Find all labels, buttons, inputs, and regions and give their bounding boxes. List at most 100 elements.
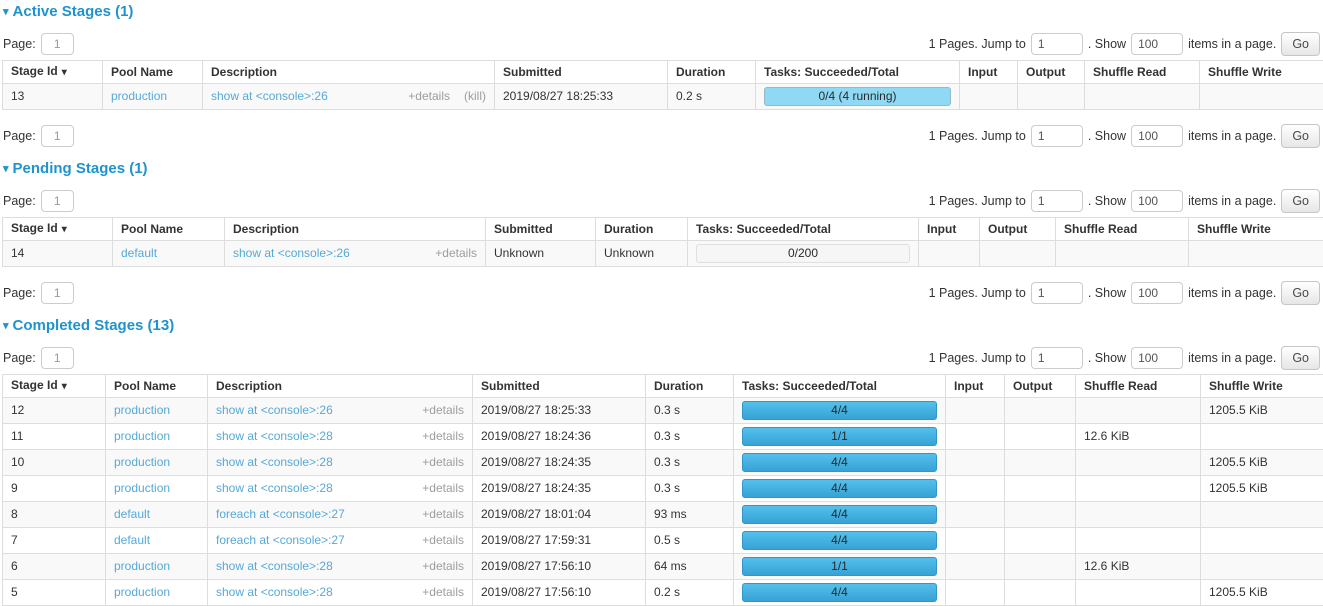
description-link[interactable]: show at <console>:28 (216, 559, 333, 574)
active-stages-heading[interactable]: ▾Active Stages (1) (3, 4, 1320, 21)
jump-to-page-input[interactable] (1031, 190, 1083, 212)
show-items-input[interactable] (1131, 125, 1183, 147)
input-cell (946, 580, 1005, 606)
column-header-output[interactable]: Output (1018, 61, 1085, 84)
details-toggle[interactable]: +details (422, 507, 464, 522)
description-link[interactable]: show at <console>:28 (216, 481, 333, 496)
input-cell (960, 84, 1018, 110)
go-button[interactable]: Go (1281, 189, 1320, 213)
description-link[interactable]: show at <console>:26 (233, 246, 350, 261)
column-header-submitted[interactable]: Submitted (495, 61, 668, 84)
column-header-pool-name[interactable]: Pool Name (113, 218, 225, 241)
description-cell: foreach at <console>:27 +details (208, 502, 473, 528)
details-toggle[interactable]: +details (422, 429, 464, 444)
show-items-input[interactable] (1131, 190, 1183, 212)
details-toggle[interactable]: +details (422, 455, 464, 470)
page-number-input[interactable] (41, 33, 74, 55)
pool-name-link[interactable]: default (121, 246, 157, 260)
column-header-description[interactable]: Description (203, 61, 495, 84)
column-header-tasks-succeeded-total[interactable]: Tasks: Succeeded/Total (688, 218, 919, 241)
details-toggle[interactable]: +details (408, 89, 450, 104)
completed-stages-table: Stage Id▾Pool NameDescriptionSubmittedDu… (2, 374, 1323, 606)
column-header-duration[interactable]: Duration (668, 61, 756, 84)
column-header-shuffle-write[interactable]: Shuffle Write (1200, 61, 1323, 84)
jump-to-page-input[interactable] (1031, 347, 1083, 369)
column-header-shuffle-read[interactable]: Shuffle Read (1085, 61, 1200, 84)
page-number-input[interactable] (41, 190, 74, 212)
pool-name-link[interactable]: production (114, 585, 170, 599)
column-header-description[interactable]: Description (208, 375, 473, 398)
pool-name-link[interactable]: production (111, 89, 167, 103)
column-header-stage-id[interactable]: Stage Id▾ (3, 218, 113, 241)
details-toggle[interactable]: +details (422, 403, 464, 418)
description-link[interactable]: show at <console>:28 (216, 585, 333, 600)
show-items-input[interactable] (1131, 347, 1183, 369)
shuffle-read-cell: 12.6 KiB (1076, 554, 1201, 580)
pool-name-link[interactable]: default (114, 507, 150, 521)
jump-to-page-input[interactable] (1031, 125, 1083, 147)
column-header-description[interactable]: Description (225, 218, 486, 241)
column-header-input[interactable]: Input (946, 375, 1005, 398)
description-link[interactable]: foreach at <console>:27 (216, 507, 345, 522)
column-header-input[interactable]: Input (960, 61, 1018, 84)
column-header-shuffle-read[interactable]: Shuffle Read (1076, 375, 1201, 398)
go-button[interactable]: Go (1281, 32, 1320, 56)
column-header-pool-name[interactable]: Pool Name (103, 61, 203, 84)
details-toggle[interactable]: +details (422, 559, 464, 574)
description-link[interactable]: foreach at <console>:27 (216, 533, 345, 548)
input-cell (946, 398, 1005, 424)
duration-cell: 0.3 s (646, 424, 734, 450)
pagination-bar: Page:1 Pages. Jump to. Showitems in a pa… (3, 346, 1320, 370)
column-header-tasks-succeeded-total[interactable]: Tasks: Succeeded/Total (734, 375, 946, 398)
column-header-duration[interactable]: Duration (596, 218, 688, 241)
column-header-tasks-succeeded-total[interactable]: Tasks: Succeeded/Total (756, 61, 960, 84)
go-button[interactable]: Go (1281, 281, 1320, 305)
details-toggle[interactable]: +details (435, 246, 477, 261)
submitted-cell: Unknown (486, 241, 596, 267)
details-toggle[interactable]: +details (422, 585, 464, 600)
pool-name-link[interactable]: production (114, 403, 170, 417)
description-link[interactable]: show at <console>:28 (216, 429, 333, 444)
jump-to-page-input[interactable] (1031, 33, 1083, 55)
details-toggle[interactable]: +details (422, 481, 464, 496)
details-toggle[interactable]: +details (422, 533, 464, 548)
column-header-duration[interactable]: Duration (646, 375, 734, 398)
show-items-input[interactable] (1131, 282, 1183, 304)
duration-cell: 0.3 s (646, 476, 734, 502)
submitted-cell: 2019/08/27 18:01:04 (473, 502, 646, 528)
page-number-input[interactable] (41, 125, 74, 147)
completed-stages-heading[interactable]: ▾Completed Stages (13) (3, 318, 1320, 335)
column-header-output[interactable]: Output (980, 218, 1056, 241)
page-number-input[interactable] (41, 347, 74, 369)
description-link[interactable]: show at <console>:28 (216, 455, 333, 470)
tasks-progress-bar: 0/200 (696, 244, 910, 263)
column-header-output[interactable]: Output (1005, 375, 1076, 398)
column-header-shuffle-read[interactable]: Shuffle Read (1056, 218, 1189, 241)
description-link[interactable]: show at <console>:26 (216, 403, 333, 418)
pool-name-link[interactable]: production (114, 455, 170, 469)
column-header-submitted[interactable]: Submitted (473, 375, 646, 398)
pool-name-link[interactable]: production (114, 481, 170, 495)
pool-name-link[interactable]: default (114, 533, 150, 547)
go-button[interactable]: Go (1281, 346, 1320, 370)
column-header-shuffle-write[interactable]: Shuffle Write (1189, 218, 1323, 241)
column-header-pool-name[interactable]: Pool Name (106, 375, 208, 398)
column-header-stage-id[interactable]: Stage Id▾ (3, 61, 103, 84)
pending-stages-heading[interactable]: ▾Pending Stages (1) (3, 161, 1320, 178)
show-label: . Show (1088, 37, 1126, 51)
column-header-input[interactable]: Input (919, 218, 980, 241)
tasks-progress-bar: 4/4 (742, 505, 937, 524)
go-button[interactable]: Go (1281, 124, 1320, 148)
pool-name-link[interactable]: production (114, 559, 170, 573)
pool-name-link[interactable]: production (114, 429, 170, 443)
kill-link[interactable]: (kill) (464, 89, 486, 104)
page-number-input[interactable] (41, 282, 74, 304)
column-header-submitted[interactable]: Submitted (486, 218, 596, 241)
column-header-shuffle-write[interactable]: Shuffle Write (1201, 375, 1323, 398)
jump-to-page-input[interactable] (1031, 282, 1083, 304)
pool-name-cell: default (113, 241, 225, 267)
shuffle-write-cell: 1205.5 KiB (1201, 398, 1323, 424)
column-header-stage-id[interactable]: Stage Id▾ (3, 375, 106, 398)
description-link[interactable]: show at <console>:26 (211, 89, 328, 104)
show-items-input[interactable] (1131, 33, 1183, 55)
